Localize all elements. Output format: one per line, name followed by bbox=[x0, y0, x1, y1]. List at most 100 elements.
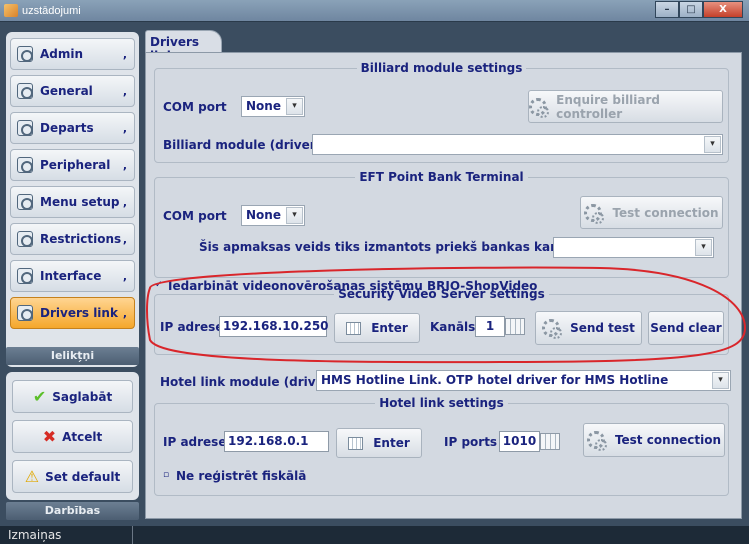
eft-test-label: Test connection bbox=[612, 205, 719, 220]
eft-com-select[interactable]: None ▾ bbox=[241, 205, 305, 226]
billiard-com-select[interactable]: None ▾ bbox=[241, 96, 305, 117]
minimize-button[interactable]: – bbox=[655, 1, 679, 18]
cancel-button[interactable]: ✖ Atcelt bbox=[12, 420, 133, 453]
app-icon bbox=[4, 4, 18, 17]
status-text: Izmaiņas bbox=[8, 528, 62, 542]
dropdown-icon: ▾ bbox=[695, 239, 712, 256]
arrow-icon: , bbox=[122, 195, 127, 209]
video-ip-label: IP adrese bbox=[160, 320, 224, 334]
settings-icon bbox=[17, 120, 33, 136]
sidebar-item-peripheral[interactable]: Peripheral, bbox=[10, 149, 135, 181]
sidebar-section-actions: Darbības bbox=[6, 502, 139, 520]
dropdown-icon: ▾ bbox=[712, 372, 729, 389]
settings-icon bbox=[17, 194, 33, 210]
hotel-enter-button[interactable]: Enter bbox=[336, 428, 422, 458]
status-bar: Izmaiņas bbox=[0, 526, 749, 544]
keyboard-icon bbox=[348, 436, 364, 450]
settings-icon bbox=[17, 268, 33, 284]
billiard-driver-select[interactable]: ▾ bbox=[312, 134, 723, 155]
sidebar-section-settings: Ielikt̗ņi bbox=[6, 347, 139, 365]
eft-test-connection-button[interactable]: Test connection bbox=[580, 196, 723, 229]
sidebar-item-label: Restrictions bbox=[40, 232, 122, 246]
sidebar-item-label: General bbox=[40, 84, 93, 98]
gear-icon bbox=[542, 319, 563, 339]
send-test-button[interactable]: Send test bbox=[535, 311, 642, 345]
hotel-port-label: IP ports bbox=[444, 435, 498, 449]
gear-icon bbox=[584, 203, 605, 224]
arrow-icon: , bbox=[122, 121, 127, 135]
fiscal-label: Ne reģistrēt fiskālā bbox=[176, 469, 307, 483]
sidebar-item-label: Drivers link bbox=[40, 306, 118, 320]
gear-icon bbox=[529, 97, 550, 118]
card-payment-select[interactable]: ▾ bbox=[553, 237, 714, 258]
hotel-enter-label: Enter bbox=[373, 436, 410, 450]
billiard-com-label: COM port bbox=[163, 100, 227, 114]
send-test-label: Send test bbox=[570, 321, 635, 335]
settings-icon bbox=[17, 157, 33, 173]
check-icon: ✔ bbox=[32, 387, 47, 406]
channel-input[interactable]: 1 bbox=[475, 316, 505, 337]
settings-icon bbox=[17, 83, 33, 99]
numpad-icon[interactable] bbox=[540, 433, 560, 450]
hotel-ip-label: IP adrese bbox=[163, 435, 227, 449]
arrow-icon: , bbox=[122, 306, 127, 320]
sidebar-item-label: Interface bbox=[40, 269, 102, 283]
sidebar-item-interface[interactable]: Interface, bbox=[10, 260, 135, 292]
card-payment-label: Šis apmaksas veids tiks izmantots priekš… bbox=[199, 240, 583, 254]
send-clear-label: Send clear bbox=[650, 321, 722, 335]
main-area: Drivers link Billiard module settings CO… bbox=[145, 22, 749, 526]
settings-icon bbox=[17, 231, 33, 247]
sidebar-item-label: Menu setup bbox=[40, 195, 120, 209]
video-ip-input[interactable]: 192.168.10.250 bbox=[219, 316, 329, 337]
hotel-ip-input[interactable]: 192.168.0.1 bbox=[224, 431, 329, 452]
hotel-test-label: Test connection bbox=[614, 433, 722, 447]
enquire-billiard-label: Enquire billiard controller bbox=[556, 92, 661, 121]
sidebar-item-departs[interactable]: Departs, bbox=[10, 112, 135, 144]
hotel-test-connection-button[interactable]: Test connection bbox=[583, 423, 725, 457]
keyboard-icon bbox=[346, 321, 362, 335]
eft-com-value: None bbox=[246, 208, 281, 222]
arrow-icon: , bbox=[122, 269, 127, 283]
sidebar: Admin, General, Departs, Peripheral, Men… bbox=[0, 22, 145, 526]
arrow-icon: , bbox=[122, 47, 127, 61]
arrow-icon: , bbox=[122, 84, 127, 98]
set-default-button[interactable]: ⚠ Set default bbox=[12, 460, 133, 493]
window-title: uzstādojumi bbox=[22, 5, 81, 17]
close-button[interactable]: X bbox=[703, 1, 743, 18]
video-legend: Security Video Server settings bbox=[338, 287, 545, 301]
settings-window: uzstādojumi – □ X Admin, General, Depart… bbox=[0, 0, 749, 544]
settings-icon bbox=[17, 305, 33, 321]
send-clear-button[interactable]: Send clear bbox=[648, 311, 724, 345]
hotel-legend: Hotel link settings bbox=[379, 396, 504, 410]
settings-icon bbox=[17, 46, 33, 62]
drivers-link-panel: Billiard module settings COM port None ▾ … bbox=[145, 52, 742, 519]
cross-icon: ✖ bbox=[42, 427, 57, 446]
sidebar-item-general[interactable]: General, bbox=[10, 75, 135, 107]
sidebar-item-drivers-link[interactable]: Drivers link, bbox=[10, 297, 135, 329]
save-label: Saglabāt bbox=[52, 389, 113, 404]
checkbox-box: ▫ bbox=[163, 470, 170, 480]
hotel-port-input[interactable]: 1010 bbox=[499, 431, 540, 452]
enquire-billiard-button[interactable]: Enquire billiard controller bbox=[528, 90, 723, 123]
video-enter-label: Enter bbox=[371, 321, 408, 335]
dropdown-icon: ▾ bbox=[286, 98, 303, 115]
video-enter-button[interactable]: Enter bbox=[334, 313, 420, 343]
arrow-icon: , bbox=[122, 158, 127, 172]
save-button[interactable]: ✔ Saglabāt bbox=[12, 380, 133, 413]
sidebar-item-menu-setup[interactable]: Menu setup, bbox=[10, 186, 135, 218]
sidebar-item-admin[interactable]: Admin, bbox=[10, 38, 135, 70]
sidebar-item-restrictions[interactable]: Restrictions, bbox=[10, 223, 135, 255]
eft-com-label: COM port bbox=[163, 209, 227, 223]
maximize-button[interactable]: □ bbox=[679, 1, 703, 18]
numpad-icon[interactable] bbox=[505, 318, 525, 335]
cancel-label: Atcelt bbox=[62, 429, 103, 444]
title-bar: uzstādojumi – □ X bbox=[0, 0, 749, 22]
fiscal-checkbox[interactable]: ▫ Ne reģistrēt fiskālā bbox=[163, 469, 306, 483]
warning-icon: ⚠ bbox=[24, 467, 40, 486]
sidebar-actions: ✔ Saglabāt ✖ Atcelt ⚠ Set default bbox=[6, 372, 139, 500]
hotel-module-select[interactable]: HMS Hotline Link. OTP hotel driver for H… bbox=[316, 370, 731, 391]
sidebar-item-label: Admin bbox=[40, 47, 84, 61]
sidebar-item-label: Peripheral bbox=[40, 158, 111, 172]
arrow-icon: , bbox=[122, 232, 127, 246]
tab-drivers-link[interactable]: Drivers link bbox=[145, 30, 222, 63]
